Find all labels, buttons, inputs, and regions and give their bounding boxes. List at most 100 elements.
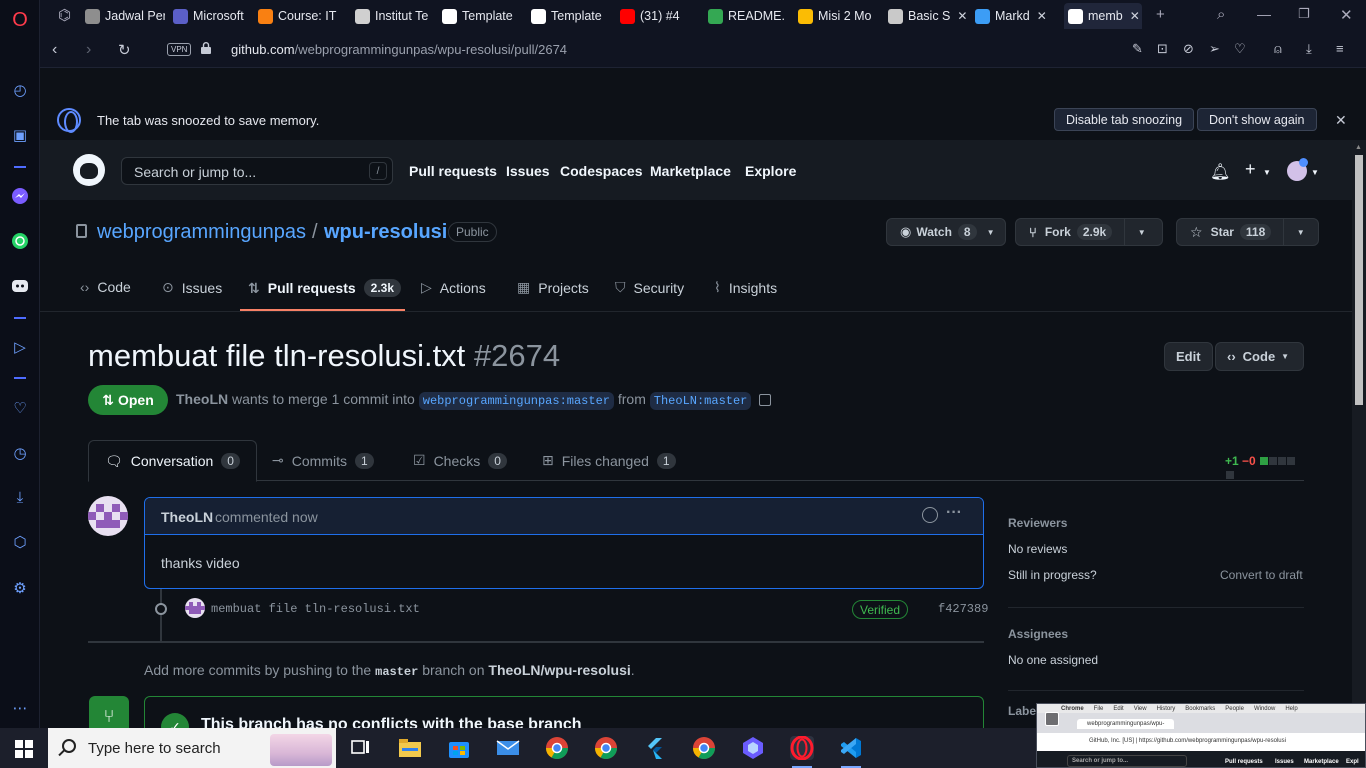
nav-pull-requests[interactable]: Pull requests xyxy=(409,163,497,179)
tab-commits[interactable]: ⊸ Commits 1 xyxy=(256,440,390,481)
repo-name-link[interactable]: wpu-resolusi xyxy=(324,221,447,244)
browser-tab[interactable]: Misi 2 Mo xyxy=(798,3,878,29)
app-icon[interactable] xyxy=(741,736,765,760)
tab-pull-requests[interactable]: ⇅ Pull requests 2.3k xyxy=(248,279,402,297)
tab-actions[interactable]: ▷ Actions xyxy=(421,279,486,296)
convert-to-draft-link[interactable]: Convert to draft xyxy=(1220,568,1303,582)
chrome-icon[interactable] xyxy=(594,736,618,760)
avatar[interactable] xyxy=(185,598,205,618)
heart-icon[interactable]: ♡ xyxy=(8,396,32,420)
bookmark-heart-icon[interactable]: ♡ xyxy=(1234,41,1246,57)
browser-tab[interactable]: (31) #4 xyxy=(620,3,700,29)
chrome-icon[interactable] xyxy=(692,736,716,760)
windows-start-icon[interactable] xyxy=(15,740,33,758)
download-icon[interactable]: ⤓ xyxy=(1306,41,1312,57)
tab-code[interactable]: ‹› Code xyxy=(80,279,131,295)
forward-icon[interactable]: › xyxy=(86,41,91,59)
browser-tab[interactable]: Institut Te xyxy=(355,3,435,29)
edit-button[interactable]: Edit xyxy=(1164,342,1213,371)
reload-icon[interactable]: ↻ xyxy=(118,41,131,59)
browser-tab[interactable]: Microsoft xyxy=(173,3,253,29)
comment-author[interactable]: TheoLN xyxy=(161,509,213,525)
new-tab-icon[interactable]: + xyxy=(1156,6,1165,23)
chrome-icon[interactable] xyxy=(545,736,569,760)
copy-icon[interactable] xyxy=(759,394,772,407)
tab-insights[interactable]: ⌇ Insights xyxy=(714,279,777,296)
maximize-icon[interactable]: ❐ xyxy=(1298,6,1310,22)
downloads-icon[interactable]: ⤓ xyxy=(8,485,32,509)
tab-issues[interactable]: ⊙ Issues xyxy=(162,279,222,296)
browser-tab[interactable]: Markd ✕ xyxy=(975,3,1055,29)
scroll-up-icon[interactable]: ▲ xyxy=(1355,144,1362,151)
player-icon[interactable]: ▷ xyxy=(8,335,32,359)
disable-snoozing-button[interactable]: Disable tab snoozing xyxy=(1054,108,1195,131)
taskbar-search-input[interactable]: Type here to search xyxy=(48,728,336,768)
avatar[interactable] xyxy=(1287,158,1308,181)
whatsapp-icon[interactable] xyxy=(8,229,32,253)
repo-owner-link[interactable]: webprogrammingunpas xyxy=(97,221,306,244)
extensions-icon[interactable]: ⬡ xyxy=(8,530,32,554)
star-button[interactable]: ☆ Star 118 ▼ xyxy=(1176,218,1319,246)
send-icon[interactable]: ➢ xyxy=(1209,41,1220,57)
reviewers-heading[interactable]: Reviewers xyxy=(1008,516,1067,530)
camera-icon[interactable]: ⊡ xyxy=(1157,41,1168,57)
scrollbar-thumb[interactable] xyxy=(1355,155,1363,405)
chevron-down-icon[interactable]: ▼ xyxy=(1124,219,1158,245)
nav-codespaces[interactable]: Codespaces xyxy=(560,163,642,179)
bell-icon[interactable]: 🔔︎ xyxy=(1210,162,1230,182)
commit-sha[interactable]: f427389 xyxy=(938,602,988,616)
base-branch[interactable]: webprogrammingunpas:master xyxy=(418,392,614,410)
kebab-icon[interactable]: ··· xyxy=(946,504,962,522)
lock-icon[interactable] xyxy=(201,42,211,54)
avatar[interactable] xyxy=(88,496,128,536)
fork-button[interactable]: ⑂ Fork 2.9k ▼ xyxy=(1015,218,1163,246)
watch-button[interactable]: ◉ Watch 8 ▼ xyxy=(886,218,1006,246)
workspaces-icon[interactable]: ▣ xyxy=(8,123,32,147)
browser-tab[interactable]: Jadwal Per xyxy=(85,3,165,29)
tab-projects[interactable]: ▦ Projects xyxy=(517,279,589,296)
chevron-down-icon[interactable]: ▼ xyxy=(1311,168,1319,177)
browser-tab[interactable]: README. xyxy=(708,3,788,29)
close-banner-icon[interactable]: ✕ xyxy=(1335,112,1347,129)
settings-icon[interactable]: ⚙ xyxy=(8,576,32,600)
flutter-icon[interactable] xyxy=(643,736,667,760)
opera-logo-icon[interactable]: O xyxy=(8,8,32,32)
browser-tab[interactable]: Basic S ✕ xyxy=(888,3,968,29)
window-close-icon[interactable]: ✕ xyxy=(1340,6,1353,24)
back-icon[interactable]: ‹ xyxy=(52,41,57,59)
chevron-down-icon[interactable]: ▼ xyxy=(1283,219,1317,245)
vscode-icon[interactable] xyxy=(839,736,863,768)
tab-files-changed[interactable]: ⊞ Files changed 1 xyxy=(526,440,692,481)
vpn-badge[interactable]: VPN xyxy=(167,43,192,56)
tab-close-icon[interactable]: ✕ xyxy=(957,9,967,23)
discord-icon[interactable] xyxy=(8,274,32,298)
file-explorer-icon[interactable] xyxy=(398,736,422,760)
more-icon[interactable]: ⋯ xyxy=(8,696,32,720)
page-scrollbar[interactable]: ▲ xyxy=(1352,140,1366,728)
speed-dial-icon[interactable]: ◴ xyxy=(8,78,32,102)
smiley-icon[interactable] xyxy=(922,507,938,523)
verified-badge[interactable]: Verified xyxy=(852,600,909,619)
code-button[interactable]: ‹› Code ▼ xyxy=(1215,342,1304,371)
browser-tab[interactable]: Template xyxy=(531,3,611,29)
chevron-down-icon[interactable]: ▼ xyxy=(1263,168,1271,177)
profile-icon[interactable]: ⍝ xyxy=(1274,41,1282,57)
create-new-icon[interactable]: + xyxy=(1245,159,1256,180)
open-thumbnail-icon[interactable] xyxy=(1045,712,1059,726)
browser-tab[interactable]: Template xyxy=(442,3,522,29)
tab-security[interactable]: ⛉ Security xyxy=(615,279,684,296)
nav-issues[interactable]: Issues xyxy=(506,163,550,179)
mail-icon[interactable] xyxy=(496,736,520,760)
tab-search-icon[interactable]: ⌕ xyxy=(1217,6,1225,23)
tab-close-icon[interactable]: ✕ xyxy=(1037,9,1047,23)
hint-repo-link[interactable]: TheoLN/wpu-resolusi xyxy=(488,662,630,678)
menu-icon[interactable]: ≡ xyxy=(1336,41,1344,56)
task-view-icon[interactable] xyxy=(349,736,373,760)
dont-show-again-button[interactable]: Don't show again xyxy=(1197,108,1317,131)
adblock-icon[interactable]: ⊘ xyxy=(1183,41,1194,57)
history-icon[interactable]: ◷ xyxy=(8,441,32,465)
messenger-icon[interactable] xyxy=(8,184,32,208)
tab-conversation[interactable]: 🗨︎ Conversation 0 xyxy=(88,440,257,482)
search-input[interactable]: Search or jump to... / xyxy=(121,157,393,185)
browser-tab[interactable]: memb ✕ xyxy=(1064,3,1142,29)
